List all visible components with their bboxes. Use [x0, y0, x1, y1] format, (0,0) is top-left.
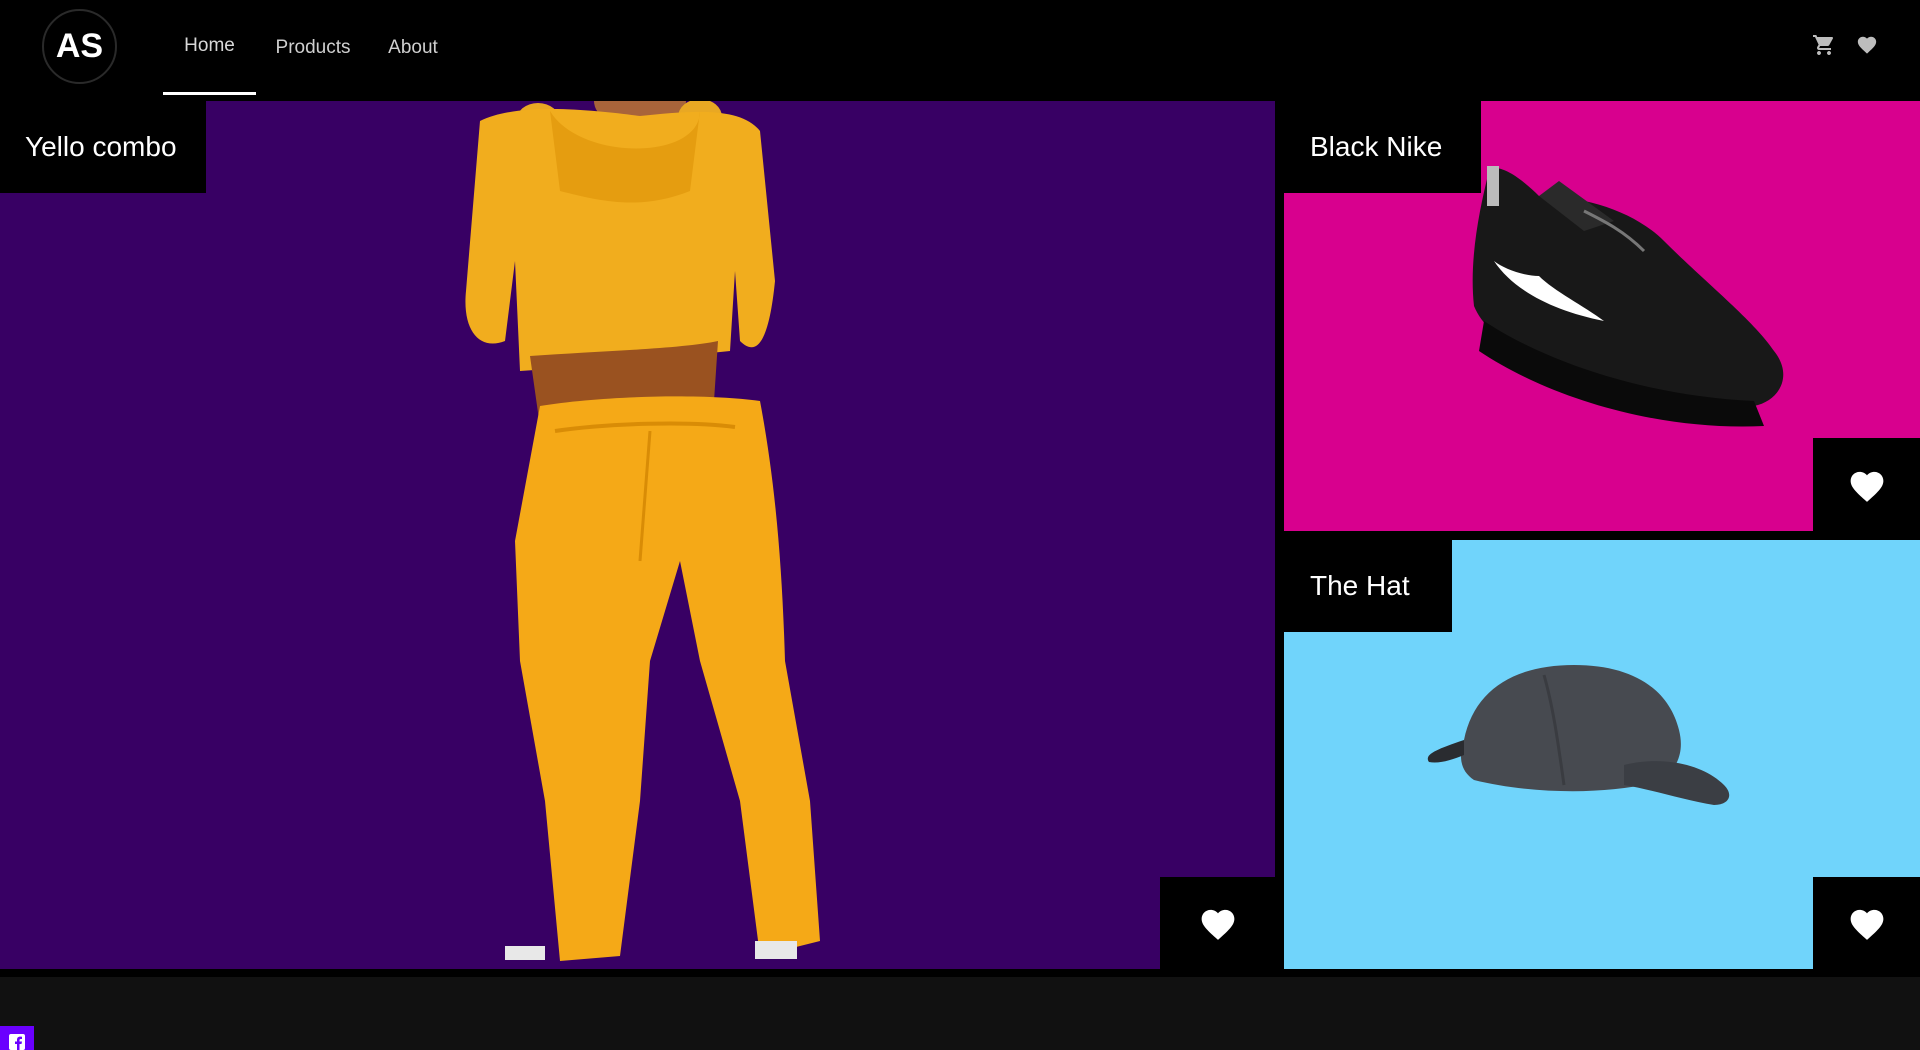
product-title: Yello combo [0, 101, 206, 193]
heart-icon [1850, 909, 1883, 940]
favorite-button[interactable] [1160, 877, 1275, 969]
product-title: The Hat [1284, 540, 1452, 632]
nav-home[interactable]: Home [163, 0, 256, 95]
main-nav: Home Products About [163, 0, 456, 101]
product-title: Black Nike [1284, 101, 1481, 193]
product-card-yello-combo[interactable]: Yello combo [0, 101, 1275, 969]
nav-products[interactable]: Products [259, 0, 367, 95]
model-image [465, 101, 820, 961]
brand-logo[interactable]: AS [42, 9, 117, 84]
heart-icon[interactable] [1856, 34, 1878, 56]
favorite-button[interactable] [1813, 877, 1920, 969]
heart-icon [1850, 471, 1883, 502]
product-card-the-hat[interactable]: The Hat [1284, 540, 1920, 969]
facebook-icon [9, 1034, 25, 1050]
favorite-button[interactable] [1813, 438, 1920, 531]
heart-icon [1201, 909, 1234, 940]
nav-about[interactable]: About [370, 0, 456, 95]
site-footer [0, 977, 1920, 1050]
product-card-black-nike[interactable]: Black Nike [1284, 101, 1920, 531]
header-actions [1812, 33, 1878, 57]
site-header: AS Home Products About [0, 0, 1920, 101]
facebook-link[interactable] [0, 1026, 34, 1050]
cart-icon[interactable] [1812, 33, 1836, 57]
